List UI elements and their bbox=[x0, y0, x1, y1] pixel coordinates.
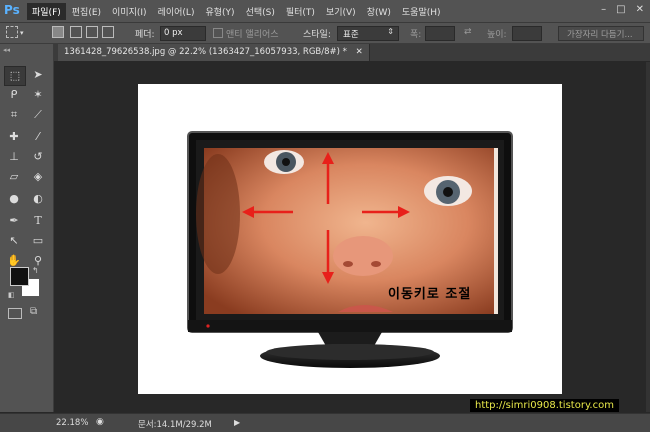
swap-colors-icon[interactable]: ↰ bbox=[32, 266, 39, 275]
subtract-selection-icon[interactable] bbox=[86, 26, 98, 38]
brush-icon[interactable]: ⁄ bbox=[28, 128, 48, 146]
menu-type[interactable]: 유형(Y) bbox=[200, 3, 239, 20]
feather-value: 0 px bbox=[164, 28, 183, 38]
magic-wand-icon[interactable]: ✶ bbox=[28, 86, 48, 104]
eraser-icon[interactable]: ▱ bbox=[4, 168, 24, 186]
style-value: 표준 bbox=[343, 30, 359, 40]
pen-icon[interactable]: ✒ bbox=[4, 212, 24, 230]
doc-size: 문서:14.1M/29.2M bbox=[138, 420, 212, 430]
antialias-label: 앤티 앨리어스 bbox=[226, 30, 279, 40]
dodge-icon[interactable]: ◐ bbox=[28, 190, 48, 208]
photoshop-logo: Ps bbox=[4, 3, 20, 17]
new-selection-icon[interactable] bbox=[52, 26, 64, 38]
menu-layer[interactable]: 레이어(L) bbox=[153, 3, 200, 20]
crop-icon[interactable]: ⌗ bbox=[4, 106, 24, 124]
watermark-url: http://simri0908.tistory.com bbox=[470, 399, 619, 412]
toolbox: ◂◂ ⬚ ➤ ᑭ ✶ ⌗ ⟋ ✚ ⁄ ⊥ ↺ ▱ ◈ ● ◐ ✒ T ↖ ▭ ✋… bbox=[0, 44, 54, 412]
default-colors-icon[interactable]: ◧ bbox=[8, 291, 15, 299]
vertical-scrollbar[interactable] bbox=[646, 62, 650, 412]
height-field[interactable] bbox=[512, 26, 542, 41]
window-controls: – □ ✕ bbox=[601, 4, 644, 15]
refine-edge-button[interactable]: 가장자리 다듬기... bbox=[558, 26, 644, 41]
menu-items: 파일(F) 편집(E) 이미지(I) 레이어(L) 유형(Y) 선택(S) 필터… bbox=[27, 3, 447, 20]
status-bar: 22.18% ◉ 문서:14.1M/29.2M ▶ bbox=[0, 413, 650, 432]
healing-icon[interactable]: ✚ bbox=[4, 128, 24, 146]
move-icon[interactable]: ➤ bbox=[28, 66, 48, 84]
refine-edge-label: 가장자리 다듬기... bbox=[567, 30, 633, 40]
style-label: 스타일: bbox=[303, 30, 331, 40]
swap-icon[interactable]: ⇄ bbox=[464, 27, 472, 37]
width-field[interactable] bbox=[425, 26, 455, 41]
history-brush-icon[interactable]: ↺ bbox=[28, 148, 48, 166]
status-menu-arrow-icon[interactable]: ▶ bbox=[234, 418, 240, 427]
options-bar: ▾ 페더: 0 px 앤티 앨리어스 스타일: 표준 ⇕ 폭: ⇄ 높이: 가장… bbox=[0, 23, 650, 44]
close-icon[interactable]: ✕ bbox=[636, 4, 644, 15]
tab-close-icon[interactable]: ✕ bbox=[356, 47, 363, 57]
menu-window[interactable]: 창(W) bbox=[362, 3, 396, 20]
blur-icon[interactable]: ● bbox=[4, 190, 24, 208]
stamp-icon[interactable]: ⊥ bbox=[4, 148, 24, 166]
menu-view[interactable]: 보기(V) bbox=[321, 3, 361, 20]
eyedropper-icon[interactable]: ⟋ bbox=[28, 106, 48, 124]
menu-filter[interactable]: 필터(T) bbox=[281, 3, 320, 20]
foreground-color-swatch[interactable] bbox=[10, 267, 29, 286]
antialias-checkbox[interactable] bbox=[213, 28, 223, 38]
menu-edit[interactable]: 편집(E) bbox=[67, 3, 106, 20]
shape-icon[interactable]: ▭ bbox=[28, 232, 48, 250]
menu-bar: Ps 파일(F) 편집(E) 이미지(I) 레이어(L) 유형(Y) 선택(S)… bbox=[0, 0, 650, 23]
feather-label: 페더: bbox=[135, 30, 155, 40]
canvas-area[interactable] bbox=[54, 62, 650, 412]
document-tab-title: 1361428_79626538.jpg @ 22.2% (1363427_16… bbox=[64, 47, 347, 57]
menu-image[interactable]: 이미지(I) bbox=[107, 3, 152, 20]
add-selection-icon[interactable] bbox=[70, 26, 82, 38]
menu-select[interactable]: 선택(S) bbox=[241, 3, 280, 20]
paint-bucket-icon[interactable]: ◈ bbox=[28, 168, 48, 186]
document-tab-bar: 1361428_79626538.jpg @ 22.2% (1363427_16… bbox=[54, 44, 650, 61]
document-tab[interactable]: 1361428_79626538.jpg @ 22.2% (1363427_16… bbox=[58, 44, 370, 61]
tv-image bbox=[187, 131, 513, 368]
overlay-caption: 이동키로 조절 bbox=[388, 287, 472, 302]
document-canvas[interactable] bbox=[138, 84, 562, 394]
chevron-down-icon[interactable]: ▾ bbox=[20, 29, 24, 37]
status-icon[interactable]: ◉ bbox=[96, 417, 104, 427]
menu-file[interactable]: 파일(F) bbox=[27, 3, 66, 20]
quick-mask-icon[interactable] bbox=[8, 308, 22, 319]
screen-mode-icon[interactable]: ⧉ bbox=[30, 306, 37, 317]
zoom-level[interactable]: 22.18% bbox=[56, 418, 88, 428]
collapse-icon[interactable]: ◂◂ bbox=[3, 46, 10, 54]
marquee-preset-icon[interactable] bbox=[6, 26, 18, 38]
style-select[interactable]: 표준 ⇕ bbox=[337, 26, 399, 41]
chevron-updown-icon: ⇕ bbox=[387, 27, 394, 36]
intersect-selection-icon[interactable] bbox=[102, 26, 114, 38]
minimize-icon[interactable]: – bbox=[601, 4, 606, 15]
height-label: 높이: bbox=[487, 30, 507, 40]
type-icon[interactable]: T bbox=[28, 212, 48, 230]
feather-field[interactable]: 0 px bbox=[160, 26, 206, 41]
width-label: 폭: bbox=[410, 30, 422, 40]
maximize-icon[interactable]: □ bbox=[616, 4, 625, 15]
path-select-icon[interactable]: ↖ bbox=[4, 232, 24, 250]
marquee-icon[interactable]: ⬚ bbox=[4, 66, 26, 86]
lasso-icon[interactable]: ᑭ bbox=[4, 86, 24, 104]
menu-help[interactable]: 도움말(H) bbox=[397, 3, 446, 20]
